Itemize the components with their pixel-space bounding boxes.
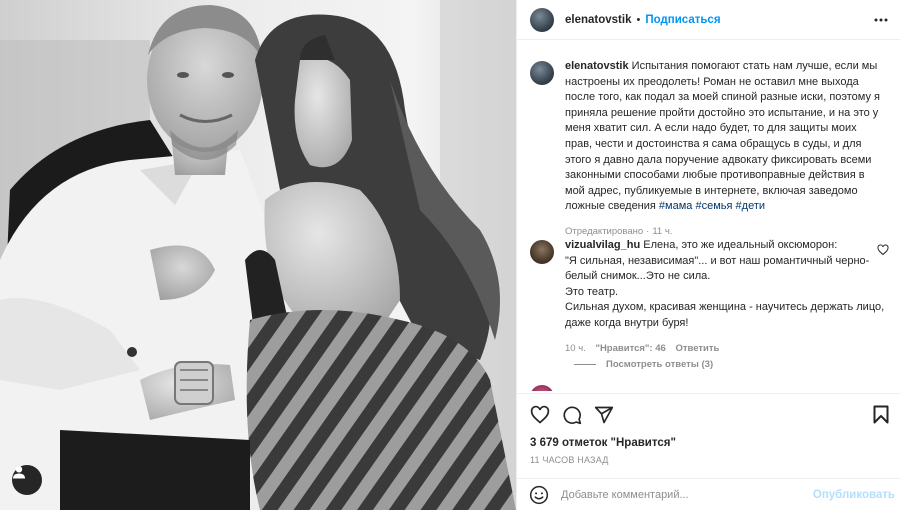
- post-actions: [517, 393, 900, 435]
- post-details-panel: elenatovstik • Подписаться elenatovstik …: [516, 0, 900, 510]
- hashtag-link[interactable]: #семья: [695, 200, 732, 212]
- view-replies-button[interactable]: Посмотреть ответы (3): [574, 359, 713, 370]
- caption-text: Испытания помогают стать нам лучше, если…: [565, 60, 880, 213]
- comment-text-block: vizualvilag_hu Елена, это же идеальный о…: [565, 238, 885, 332]
- commenter-avatar[interactable]: [530, 240, 554, 264]
- comment-line: Сильная духом, красивая женщина - научит…: [565, 301, 885, 329]
- view-replies-label: Посмотреть ответы (3): [606, 359, 714, 370]
- comment-line: Елена, это же идеальный оксюморон:: [643, 239, 838, 251]
- emoji-icon[interactable]: [529, 485, 549, 505]
- hashtag-link[interactable]: #мама: [659, 200, 692, 212]
- caption-time: 11 ч.: [652, 225, 673, 237]
- comment-input[interactable]: [561, 488, 811, 501]
- post-header: elenatovstik • Подписаться: [517, 0, 900, 40]
- user-icon: [13, 466, 25, 479]
- follow-button[interactable]: Подписаться: [645, 14, 720, 26]
- hashtag-link[interactable]: #дети: [736, 200, 765, 212]
- comment-line: "Я сильная, независимая"... и вот наш ро…: [565, 254, 870, 283]
- instagram-post: elenatovstik • Подписаться elenatovstik …: [0, 0, 900, 510]
- comments-list[interactable]: elenatovstik Испытания помогают стать на…: [517, 41, 900, 391]
- comment-meta: 10 ч. "Нравится": 46 Ответить: [565, 341, 885, 357]
- comment-icon: [563, 405, 582, 424]
- comment-button[interactable]: [561, 404, 583, 426]
- caption-username[interactable]: elenatovstik: [565, 60, 629, 72]
- add-comment-bar: Опубликовать: [517, 478, 900, 510]
- bookmark-icon: [873, 405, 889, 424]
- comment-likes[interactable]: "Нравится": 46: [595, 343, 665, 354]
- post-photo[interactable]: [0, 0, 516, 510]
- publish-button[interactable]: Опубликовать: [813, 489, 895, 501]
- heart-icon: [530, 405, 550, 424]
- share-button[interactable]: [593, 404, 615, 426]
- heart-icon[interactable]: [877, 244, 889, 256]
- reply-button[interactable]: Ответить: [675, 343, 719, 354]
- commenter-avatar[interactable]: [530, 385, 554, 391]
- author-avatar[interactable]: [530, 7, 554, 32]
- comment-line: Это театр.: [565, 285, 619, 298]
- share-icon: [594, 406, 614, 423]
- separator-dot: •: [636, 13, 641, 26]
- couple-photo-illustration: [0, 0, 516, 510]
- replies-divider: [574, 364, 596, 365]
- post-caption: elenatovstik Испытания помогают стать на…: [530, 59, 895, 240]
- caption-text-block: elenatovstik Испытания помогают стать на…: [565, 59, 885, 215]
- partially-visible-comment: [530, 385, 554, 391]
- more-options-button[interactable]: [871, 10, 891, 30]
- save-button[interactable]: [873, 405, 889, 427]
- comment-item: vizualvilag_hu Елена, это же идеальный о…: [530, 238, 895, 356]
- author-username[interactable]: elenatovstik: [565, 14, 631, 26]
- likes-count[interactable]: 3 679 отметок "Нравится": [530, 437, 676, 449]
- like-button[interactable]: [529, 404, 551, 426]
- comment-username[interactable]: vizualvilag_hu: [565, 239, 640, 251]
- more-horizontal-icon: [874, 18, 888, 22]
- user-tag-button[interactable]: [12, 465, 42, 495]
- caption-author-avatar[interactable]: [530, 61, 554, 85]
- comment-time: 10 ч.: [565, 342, 586, 354]
- edited-label: Отредактировано: [565, 225, 644, 237]
- meta-dot: ·: [646, 225, 650, 237]
- post-time: 11 ЧАСОВ НАЗАД: [530, 455, 609, 465]
